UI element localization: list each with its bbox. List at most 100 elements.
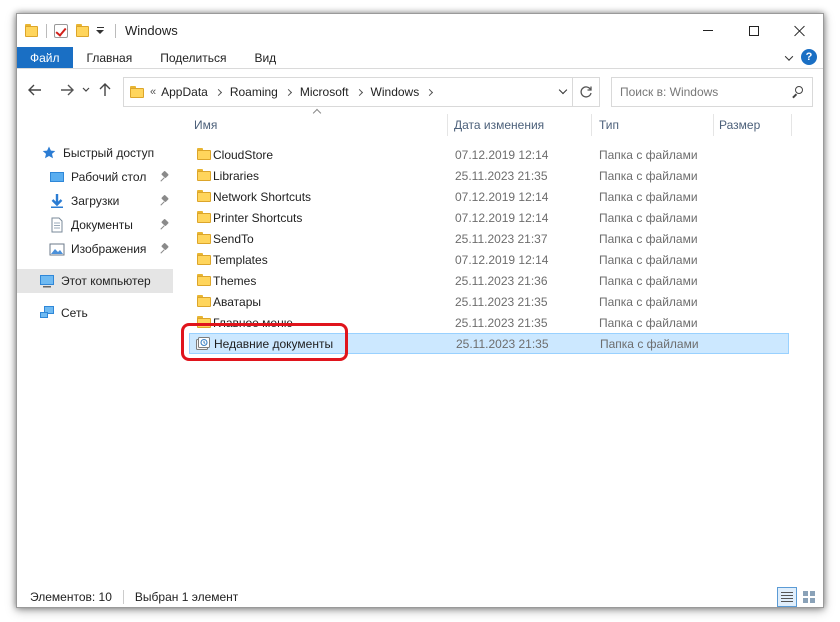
file-date: 25.11.2023 21:35 bbox=[455, 294, 548, 309]
address-bar[interactable]: « AppData Roaming Microsoft Windows bbox=[123, 77, 573, 107]
sidebar-item-label: Рабочий стол bbox=[71, 170, 147, 184]
forward-button[interactable] bbox=[55, 77, 79, 103]
sidebar-item-downloads[interactable]: Загрузки bbox=[17, 189, 173, 213]
pin-icon[interactable] bbox=[160, 218, 169, 230]
sidebar-item-label: Документы bbox=[71, 218, 133, 232]
breadcrumb-separator-icon[interactable] bbox=[284, 88, 292, 96]
separator bbox=[115, 23, 116, 38]
column-divider[interactable] bbox=[791, 114, 792, 136]
properties-icon[interactable] bbox=[54, 23, 68, 38]
explorer-window: Windows Файл Главная Поделиться Вид ? « … bbox=[16, 13, 824, 608]
folder-icon bbox=[25, 24, 38, 37]
new-folder-icon[interactable] bbox=[76, 24, 89, 37]
refresh-button[interactable] bbox=[573, 77, 600, 107]
file-type: Папка с файлами bbox=[599, 252, 698, 267]
desktop-icon bbox=[50, 172, 64, 182]
column-header-size[interactable]: Размер bbox=[713, 111, 793, 139]
list-item[interactable]: CloudStore 07.12.2019 12:14 Папка с файл… bbox=[189, 144, 789, 165]
sidebar-item-desktop[interactable]: Рабочий стол bbox=[17, 165, 173, 189]
list-item-selected[interactable]: Недавние документы 25.11.2023 21:35 Папк… bbox=[189, 333, 789, 354]
file-date: 25.11.2023 21:35 bbox=[455, 168, 548, 183]
column-header-type[interactable]: Тип bbox=[591, 111, 713, 139]
folder-icon bbox=[197, 169, 211, 181]
search-box[interactable] bbox=[611, 77, 813, 107]
folder-icon bbox=[197, 316, 211, 328]
search-input[interactable] bbox=[620, 85, 780, 99]
navigation-bar: « AppData Roaming Microsoft Windows bbox=[17, 69, 823, 111]
search-icon bbox=[792, 86, 803, 98]
title-bar: Windows bbox=[17, 14, 823, 47]
window-title: Windows bbox=[125, 23, 178, 38]
breadcrumb-microsoft[interactable]: Microsoft bbox=[300, 85, 349, 99]
sidebar-item-this-pc[interactable]: Этот компьютер bbox=[17, 269, 173, 293]
sidebar-item-pictures[interactable]: Изображения bbox=[17, 237, 173, 261]
large-icons-view-button[interactable] bbox=[799, 587, 819, 607]
document-icon bbox=[51, 217, 63, 233]
tab-file[interactable]: Файл bbox=[17, 47, 73, 68]
breadcrumb-appdata[interactable]: AppData bbox=[161, 85, 208, 99]
folder-icon bbox=[197, 295, 211, 307]
expand-ribbon-button[interactable] bbox=[781, 50, 797, 66]
arrow-right-icon bbox=[61, 84, 74, 96]
arrow-left-icon bbox=[28, 84, 41, 96]
folder-icon bbox=[197, 148, 211, 160]
chevron-down-icon[interactable] bbox=[558, 85, 568, 95]
maximize-icon bbox=[749, 25, 759, 36]
folder-icon bbox=[197, 190, 211, 202]
list-item[interactable]: SendTo 25.11.2023 21:37 Папка с файлами bbox=[189, 228, 789, 249]
column-header-label: Тип bbox=[599, 118, 620, 132]
breadcrumb-roaming[interactable]: Roaming bbox=[230, 85, 278, 99]
pin-icon[interactable] bbox=[160, 194, 169, 206]
sidebar-item-quick-access[interactable]: Быстрый доступ bbox=[17, 141, 173, 165]
separator bbox=[46, 23, 47, 38]
list-item[interactable]: Аватары 25.11.2023 21:35 Папка с файлами bbox=[189, 291, 789, 312]
column-header-name[interactable]: Имя bbox=[177, 111, 447, 139]
breadcrumb-windows[interactable]: Windows bbox=[371, 85, 420, 99]
customize-toolbar-icon[interactable] bbox=[95, 27, 105, 34]
item-count: Элементов: 10 bbox=[30, 590, 112, 604]
close-icon bbox=[794, 25, 806, 37]
chevron-down-icon bbox=[82, 87, 90, 92]
sidebar-item-label: Этот компьютер bbox=[61, 274, 151, 288]
help-button[interactable]: ? bbox=[801, 49, 817, 65]
file-name: Network Shortcuts bbox=[213, 189, 312, 204]
list-item[interactable]: Printer Shortcuts 07.12.2019 12:14 Папка… bbox=[189, 207, 789, 228]
selection-count: Выбран 1 элемент bbox=[134, 590, 239, 604]
list-item[interactable]: Libraries 25.11.2023 21:35 Папка с файла… bbox=[189, 165, 789, 186]
file-type: Папка с файлами bbox=[599, 315, 698, 330]
separator bbox=[122, 590, 124, 604]
tab-view[interactable]: Вид bbox=[240, 47, 290, 68]
pin-icon[interactable] bbox=[160, 242, 169, 254]
file-name: Аватары bbox=[213, 294, 261, 309]
minimize-button[interactable] bbox=[685, 14, 731, 47]
tab-home[interactable]: Главная bbox=[73, 47, 147, 68]
breadcrumb-separator-icon[interactable] bbox=[426, 88, 434, 96]
back-button[interactable] bbox=[23, 77, 47, 103]
arrow-up-icon bbox=[99, 83, 111, 96]
details-view-button[interactable] bbox=[777, 587, 797, 607]
list-item[interactable]: Themes 25.11.2023 21:36 Папка с файлами bbox=[189, 270, 789, 291]
close-button[interactable] bbox=[777, 14, 823, 47]
file-name: CloudStore bbox=[213, 147, 274, 162]
file-date: 07.12.2019 12:14 bbox=[455, 147, 549, 162]
sidebar-item-documents[interactable]: Документы bbox=[17, 213, 173, 237]
column-header-label: Размер bbox=[719, 118, 761, 132]
overflow-chevron[interactable]: « bbox=[150, 86, 156, 98]
picture-icon bbox=[49, 243, 65, 256]
file-name: Недавние документы bbox=[214, 336, 334, 351]
quick-access-toolbar: Windows bbox=[17, 14, 178, 47]
list-item[interactable]: Templates 07.12.2019 12:14 Папка с файла… bbox=[189, 249, 789, 270]
breadcrumb-separator-icon[interactable] bbox=[355, 88, 363, 96]
file-type: Папка с файлами bbox=[600, 336, 699, 351]
list-item[interactable]: Network Shortcuts 07.12.2019 12:14 Папка… bbox=[189, 186, 789, 207]
list-item[interactable]: Главное меню 25.11.2023 21:35 Папка с фа… bbox=[189, 312, 789, 333]
pin-icon[interactable] bbox=[160, 170, 169, 182]
maximize-button[interactable] bbox=[731, 14, 777, 47]
recent-locations-button[interactable] bbox=[79, 85, 93, 95]
up-button[interactable] bbox=[93, 77, 117, 103]
breadcrumb-separator-icon[interactable] bbox=[214, 88, 222, 96]
file-date: 25.11.2023 21:37 bbox=[455, 231, 548, 246]
column-header-date[interactable]: Дата изменения bbox=[447, 111, 591, 139]
sidebar-item-network[interactable]: Сеть bbox=[17, 301, 173, 325]
tab-share[interactable]: Поделиться bbox=[146, 47, 240, 68]
